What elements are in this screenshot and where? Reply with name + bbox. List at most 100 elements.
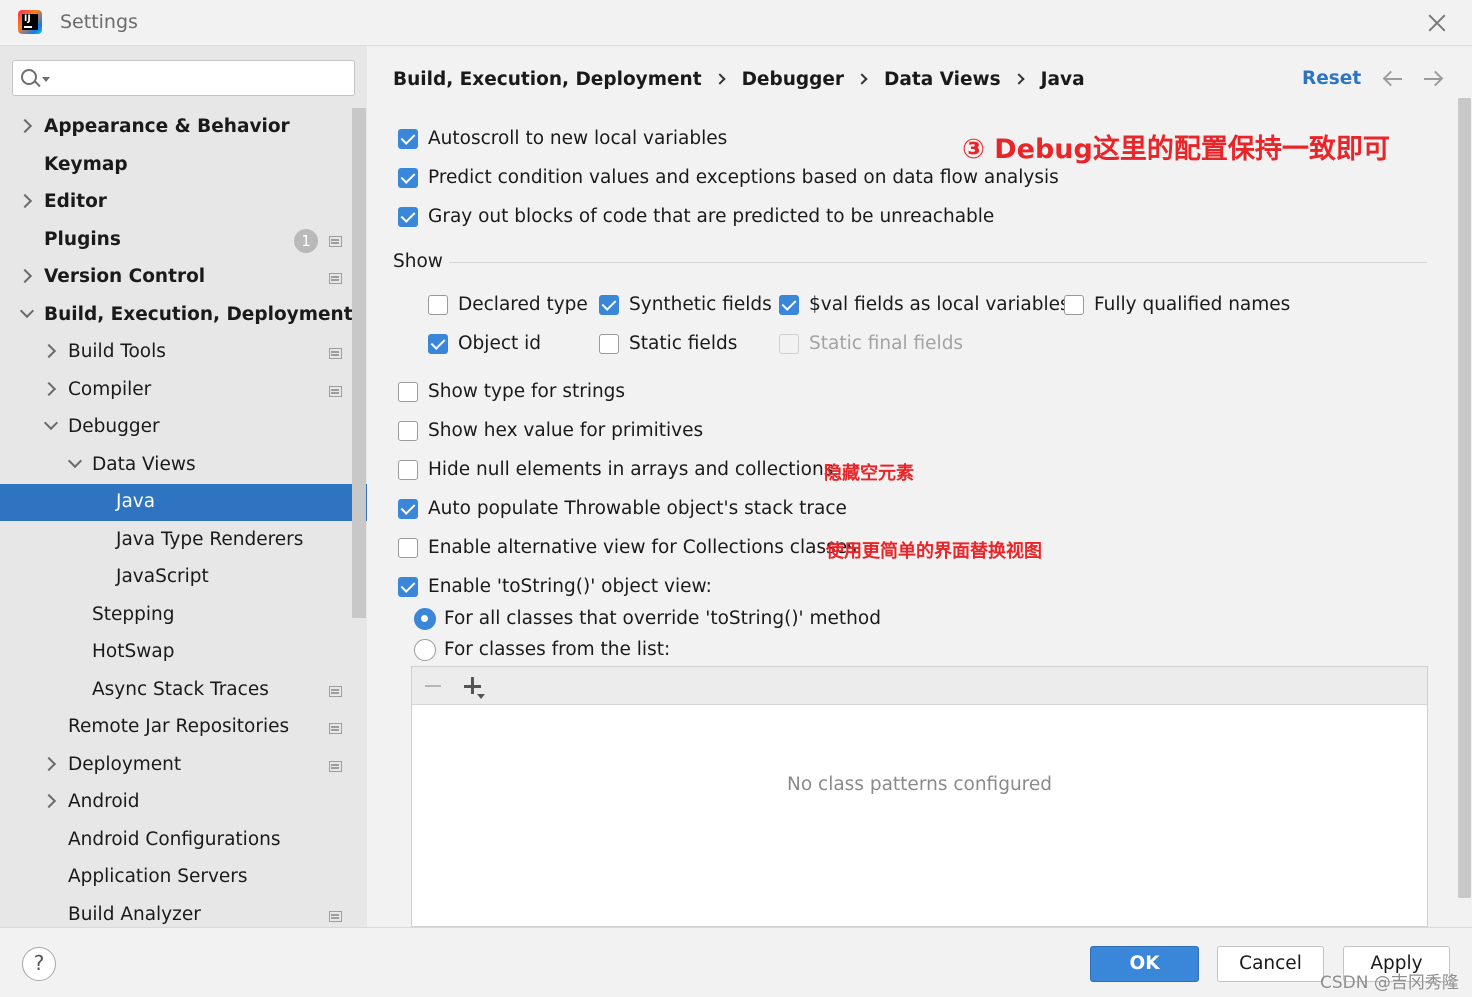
add-icon[interactable]: [464, 677, 485, 699]
sidebar-item-application-servers[interactable]: Application Servers: [0, 859, 353, 896]
content-scrollbar[interactable]: [1458, 98, 1471, 898]
sidebar-item-label: Debugger: [68, 416, 160, 437]
sidebar-item-plugins[interactable]: Plugins 1: [0, 222, 353, 259]
sidebar-scrollbar[interactable]: [352, 108, 366, 618]
chevron-down-icon[interactable]: [43, 415, 59, 431]
synthetic-fields-checkbox[interactable]: [599, 295, 619, 315]
show-type-strings-label[interactable]: Show type for strings: [428, 381, 625, 402]
chevron-right-icon[interactable]: [17, 268, 33, 284]
chevron-right-icon[interactable]: [17, 118, 33, 134]
sidebar-item-label: Java Type Renderers: [116, 529, 304, 550]
class-patterns-list[interactable]: No class patterns configured: [411, 666, 1428, 927]
breadcrumb: Build, Execution, Deployment Debugger Data…: [393, 68, 1085, 94]
alt-view-label[interactable]: Enable alternative view for Collections …: [428, 537, 857, 558]
sidebar-item-build-execution-deployment[interactable]: Build, Execution, Deployment: [0, 297, 353, 334]
sidebar-item-keymap[interactable]: Keymap: [0, 147, 353, 184]
sidebar-item-build-tools[interactable]: Build Tools: [0, 334, 353, 371]
annotation-main: ③ Debug这里的配置保持一致即可: [962, 134, 1390, 165]
object-id-checkbox[interactable]: [428, 334, 448, 354]
list-toolbar: [412, 667, 1427, 705]
auto-populate-label[interactable]: Auto populate Throwable object's stack t…: [428, 498, 847, 519]
chevron-right-icon[interactable]: [41, 381, 57, 397]
search-options-icon[interactable]: [42, 77, 50, 82]
tostring-view-checkbox[interactable]: [398, 577, 418, 597]
static-fields-label[interactable]: Static fields: [629, 333, 737, 354]
sidebar-item-label: Android Configurations: [68, 829, 281, 850]
cancel-button[interactable]: Cancel: [1217, 946, 1324, 982]
plugins-update-badge: 1: [294, 229, 318, 253]
close-icon[interactable]: [1424, 10, 1450, 36]
sidebar-item-android[interactable]: Android: [0, 784, 353, 821]
object-id-label[interactable]: Object id: [458, 333, 541, 354]
sidebar-item-android-configurations[interactable]: Android Configurations: [0, 822, 353, 859]
sidebar-item-label: Version Control: [44, 266, 206, 287]
show-hex-label[interactable]: Show hex value for primitives: [428, 420, 703, 441]
sidebar-item-build-analyzer[interactable]: Build Analyzer: [0, 897, 353, 927]
back-arrow-icon[interactable]: [1381, 67, 1405, 91]
breadcrumb-item[interactable]: Build, Execution, Deployment: [393, 69, 702, 90]
sidebar-item-java-type-renderers[interactable]: Java Type Renderers: [0, 522, 353, 559]
hide-null-checkbox[interactable]: [398, 460, 418, 480]
breadcrumb-item[interactable]: Debugger: [742, 69, 844, 90]
sidebar-item-label: Java: [116, 491, 156, 512]
search-input[interactable]: [55, 65, 345, 91]
chevron-right-icon[interactable]: [41, 343, 57, 359]
chevron-down-icon[interactable]: [19, 303, 35, 319]
sidebar-item-appearance-behavior[interactable]: Appearance & Behavior: [0, 109, 353, 146]
sidebar-item-remote-jar-repositories[interactable]: Remote Jar Repositories: [0, 709, 353, 746]
autoscroll-label[interactable]: Autoscroll to new local variables: [428, 128, 727, 149]
sidebar-item-label: Editor: [44, 191, 107, 212]
chevron-right-icon[interactable]: [17, 193, 33, 209]
chevron-down-icon[interactable]: [67, 453, 83, 469]
sidebar-item-compiler[interactable]: Compiler: [0, 372, 353, 409]
forward-arrow-icon[interactable]: [1421, 67, 1445, 91]
auto-populate-checkbox[interactable]: [398, 499, 418, 519]
radio-classes-from-list[interactable]: [414, 639, 436, 661]
show-type-strings-checkbox[interactable]: [398, 382, 418, 402]
sidebar-item-deployment[interactable]: Deployment: [0, 747, 353, 784]
declared-type-checkbox[interactable]: [428, 295, 448, 315]
grayout-label[interactable]: Gray out blocks of code that are predict…: [428, 206, 994, 227]
grayout-checkbox[interactable]: [398, 207, 418, 227]
annotation-hide-null: 隐藏空元素: [824, 463, 914, 484]
sidebar-item-hotswap[interactable]: HotSwap: [0, 634, 353, 671]
val-fields-checkbox[interactable]: [779, 295, 799, 315]
chevron-right-icon[interactable]: [41, 793, 57, 809]
sidebar-item-javascript[interactable]: JavaScript: [0, 559, 353, 596]
sidebar-item-java[interactable]: Java: [0, 484, 367, 521]
help-button[interactable]: ?: [22, 947, 56, 981]
search-box[interactable]: [12, 60, 355, 96]
radio-all-classes[interactable]: [414, 608, 436, 630]
reset-link[interactable]: Reset: [1302, 68, 1361, 89]
show-group-divider: [449, 262, 1427, 263]
tostring-view-label[interactable]: Enable 'toString()' object view:: [428, 576, 712, 597]
fully-qualified-label[interactable]: Fully qualified names: [1094, 294, 1290, 315]
sidebar-item-version-control[interactable]: Version Control: [0, 259, 353, 296]
chevron-right-icon[interactable]: [41, 756, 57, 772]
settings-sidebar: Appearance & Behavior Keymap Editor Plug…: [0, 46, 367, 927]
sidebar-item-data-views[interactable]: Data Views: [0, 447, 353, 484]
sidebar-item-editor[interactable]: Editor: [0, 184, 353, 221]
sidebar-item-async-stack-traces[interactable]: Async Stack Traces: [0, 672, 353, 709]
declared-type-label[interactable]: Declared type: [458, 294, 588, 315]
show-hex-checkbox[interactable]: [398, 421, 418, 441]
hide-null-label[interactable]: Hide null elements in arrays and collect…: [428, 459, 833, 480]
fully-qualified-checkbox[interactable]: [1064, 295, 1084, 315]
predict-checkbox[interactable]: [398, 168, 418, 188]
window-title: Settings: [60, 11, 138, 33]
breadcrumb-item[interactable]: Data Views: [884, 69, 1001, 90]
synthetic-fields-label[interactable]: Synthetic fields: [629, 294, 772, 315]
sidebar-item-stepping[interactable]: Stepping: [0, 597, 353, 634]
static-fields-checkbox[interactable]: [599, 334, 619, 354]
alt-view-checkbox[interactable]: [398, 538, 418, 558]
val-fields-label[interactable]: $val fields as local variables: [809, 294, 1070, 315]
radio-all-classes-label[interactable]: For all classes that override 'toString(…: [444, 608, 881, 629]
sidebar-item-label: Application Servers: [68, 866, 248, 887]
autoscroll-checkbox[interactable]: [398, 129, 418, 149]
sidebar-item-label: JavaScript: [116, 566, 209, 587]
predict-label[interactable]: Predict condition values and exceptions …: [428, 167, 1059, 188]
sidebar-item-debugger[interactable]: Debugger: [0, 409, 353, 446]
ok-button[interactable]: OK: [1090, 946, 1199, 982]
radio-classes-from-list-label[interactable]: For classes from the list:: [444, 639, 670, 660]
sidebar-item-label: Stepping: [92, 604, 175, 625]
